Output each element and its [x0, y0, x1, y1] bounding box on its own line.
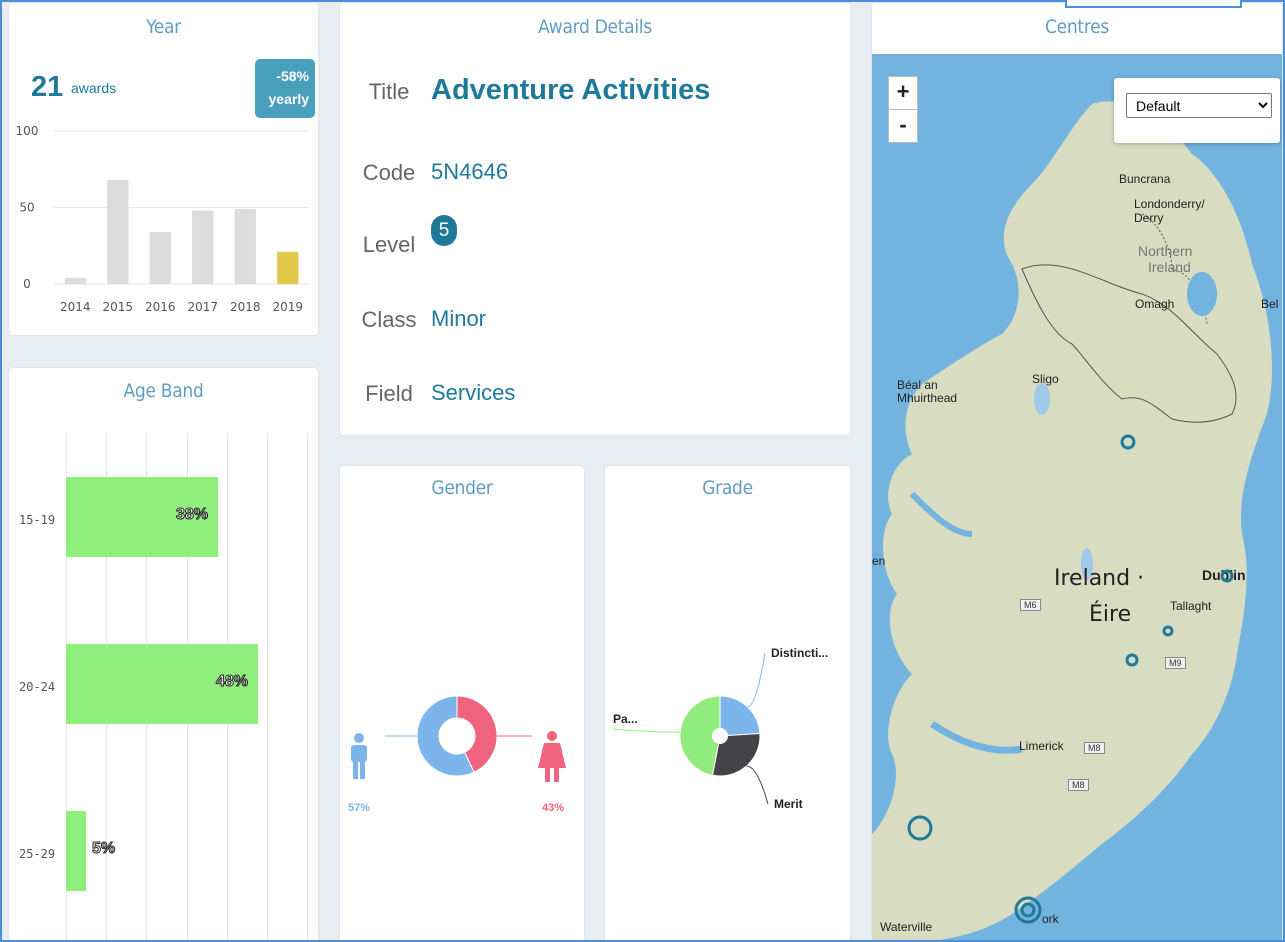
- map-layer-control: Default: [1114, 78, 1280, 143]
- age-band-percent: 48%: [215, 673, 249, 691]
- age-band-percent: 38%: [175, 506, 209, 524]
- x-tick-label: 2019: [272, 300, 303, 314]
- grade-slice-label: Merit: [774, 797, 803, 811]
- map-label-ireland: Ireland ·: [1054, 566, 1145, 591]
- map-label-limerick: Limerick: [1019, 739, 1064, 753]
- grade-connector: [747, 652, 766, 708]
- award-details-card: Award Details Title Adventure Activities…: [340, 3, 850, 435]
- y-tick-label: 100: [16, 124, 39, 138]
- male-percent-label: 57%: [348, 802, 370, 814]
- map-landmass: [872, 101, 1272, 942]
- map-label-omagh: Omagh: [1135, 297, 1175, 311]
- zoom-out-button[interactable]: -: [888, 109, 918, 143]
- age-band-title: Age Band: [123, 380, 204, 402]
- year-bar: [64, 277, 86, 284]
- map-label-londonderry: Londonderry/: [1134, 197, 1205, 211]
- code-label: Code: [362, 160, 416, 185]
- map-layer-select[interactable]: Default: [1126, 93, 1272, 118]
- award-details-title: Award Details: [538, 16, 652, 38]
- map-label-waterville: Waterville: [880, 920, 933, 934]
- map-label-en: en: [872, 554, 886, 568]
- x-tick-label: 2018: [230, 300, 261, 314]
- year-bar: [107, 179, 129, 284]
- zoom-in-button[interactable]: +: [888, 76, 918, 110]
- map-label-mhuirthead: Mhuirthead: [897, 391, 958, 405]
- grade-connector: [746, 765, 769, 805]
- road-m6: M6: [1020, 599, 1041, 611]
- map-label-sligo: Sligo: [1032, 372, 1059, 386]
- age-band-percent: 5%: [91, 840, 116, 858]
- year-card: Year 21 awards -58% yearly 0 50 100 2014 201…: [9, 3, 318, 335]
- award-level-badge: 5: [431, 215, 457, 246]
- map-label-ireland-ni: Ireland: [1148, 259, 1191, 275]
- road-m9: M9: [1165, 657, 1186, 669]
- gender-donut-chart: 57% 43%: [348, 695, 566, 814]
- grade-card: Grade Distincti... Merit Pa...: [605, 466, 850, 942]
- y-tick-label: 50: [19, 201, 34, 215]
- title-label: Title: [368, 79, 410, 104]
- map-label-northern: Northern: [1138, 243, 1193, 259]
- age-band-label: 20-24: [19, 680, 56, 694]
- x-tick-label: 2016: [145, 300, 176, 314]
- year-bar: [192, 210, 214, 284]
- road-m8-b: M8: [1068, 779, 1089, 791]
- grade-pie-chart: Distincti... Merit Pa...: [612, 646, 828, 811]
- age-band-bar: [66, 811, 86, 891]
- grade-pie-center: [712, 728, 728, 744]
- grade-slice-label: Distincti...: [771, 646, 828, 660]
- grade-connector: [612, 728, 681, 733]
- age-band-label: 15-19: [19, 513, 56, 527]
- road-m8-a: M8: [1084, 742, 1105, 754]
- map-label-beal-an: Béal an: [897, 378, 938, 392]
- x-tick-label: 2017: [187, 300, 218, 314]
- year-bar-chart: 0 50 100 2014 2015 2016 2017 2018 2019: [16, 124, 309, 314]
- map-label-dublin: Dublin: [1202, 567, 1246, 583]
- female-percent-label: 43%: [542, 802, 564, 814]
- award-field-value: Services: [431, 380, 516, 405]
- field-label: Field: [365, 381, 413, 406]
- award-class-value: Minor: [431, 306, 487, 331]
- map-label-eire: Éire: [1089, 602, 1132, 627]
- age-band-card: Age Band 15-19 38% 20-24 48% 25-29 5%: [9, 368, 318, 942]
- level-label: Level: [362, 232, 416, 257]
- centres-title: Centres: [1045, 16, 1109, 38]
- x-tick-label: 2014: [60, 300, 91, 314]
- x-tick-label: 2015: [102, 300, 133, 314]
- map-label-cork: ork: [1042, 912, 1059, 926]
- map-label-belfast: Bel: [1261, 297, 1279, 311]
- y-tick-label: 0: [23, 277, 31, 291]
- map-label-buncrana: Buncrana: [1119, 172, 1171, 186]
- age-band-label: 25-29: [19, 847, 56, 861]
- year-bar: [149, 231, 171, 284]
- class-label: Class: [361, 307, 417, 332]
- gender-card: Gender 57% 43%: [340, 466, 584, 942]
- map-label-derry: Derry: [1134, 211, 1164, 225]
- female-icon: [538, 731, 566, 782]
- award-title-value: Adventure Activities: [431, 74, 711, 106]
- top-tab-indicator: [1065, 0, 1242, 8]
- grade-slice-label: Pa...: [613, 712, 638, 726]
- year-bar: [277, 251, 299, 284]
- male-icon: [351, 733, 367, 779]
- centres-map[interactable]: Buncrana Londonderry/ Derry Northern Ire…: [872, 54, 1282, 942]
- award-code-value: 5N4646: [431, 159, 509, 184]
- centres-card: Centres Buncrana Londonderry/ Derry Nort…: [872, 3, 1282, 942]
- year-bar: [234, 209, 256, 284]
- map-label-tallaght: Tallaght: [1170, 599, 1212, 613]
- grade-slice: [719, 695, 761, 737]
